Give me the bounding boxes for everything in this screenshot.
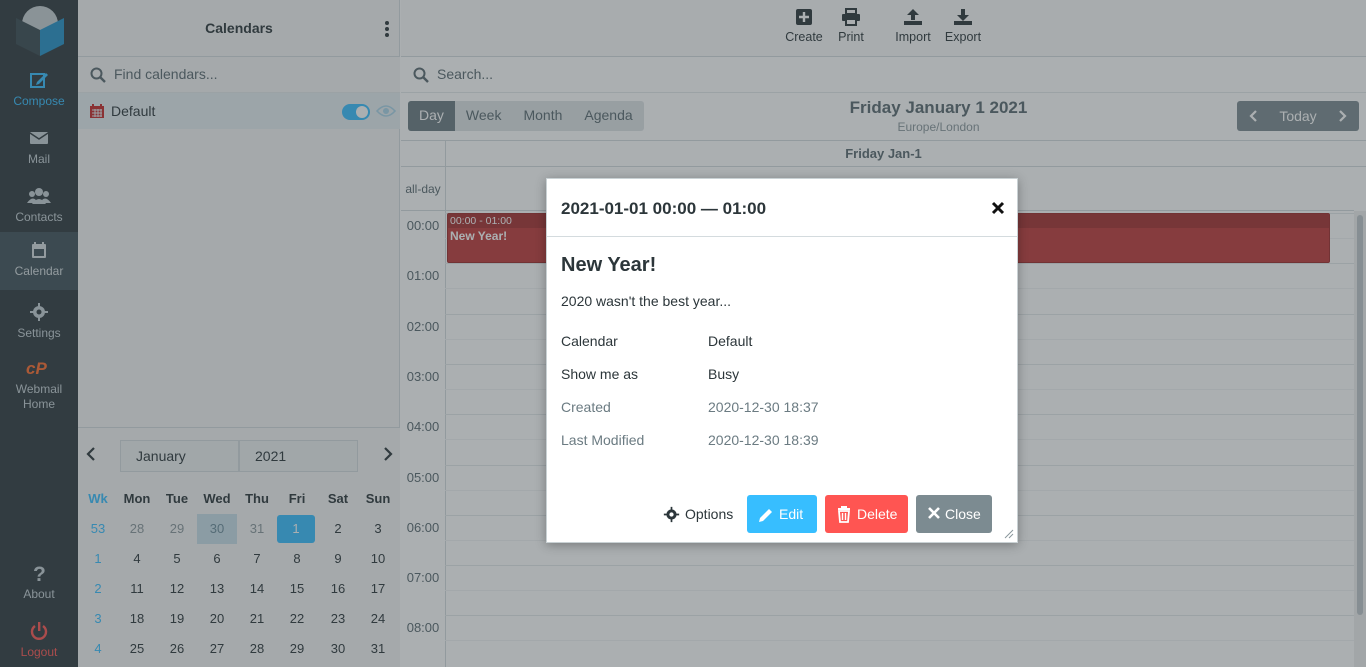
resize-handle-icon[interactable]: [1004, 529, 1014, 539]
gear-icon: [663, 506, 680, 523]
prop-value: 2020-12-30 18:39: [708, 432, 819, 448]
trash-icon: [838, 506, 850, 523]
delete-button[interactable]: Delete: [825, 495, 908, 533]
event-description: 2020 wasn't the best year...: [561, 293, 732, 309]
options-label: Options: [685, 506, 734, 522]
edit-button[interactable]: Edit: [747, 495, 817, 533]
dialog-header: 2021-01-01 00:00 — 01:00: [547, 179, 1017, 237]
event-dialog: 2021-01-01 00:00 — 01:00 New Year! 2020 …: [546, 178, 1018, 543]
prop-value: 2020-12-30 18:37: [708, 399, 819, 415]
event-detail-title: New Year!: [561, 254, 657, 276]
close-icon: [928, 507, 940, 519]
prop-label: Calendar: [561, 333, 618, 349]
close-icon[interactable]: [991, 201, 1005, 215]
options-button[interactable]: Options: [657, 495, 745, 533]
edit-label: Edit: [779, 506, 804, 522]
prop-label: Show me as: [561, 366, 639, 382]
delete-label: Delete: [857, 506, 898, 522]
dialog-title: 2021-01-01 00:00 — 01:00: [561, 199, 767, 218]
prop-value: Busy: [708, 366, 740, 382]
close-label: Close: [945, 506, 981, 522]
prop-value: Default: [708, 333, 753, 349]
close-button[interactable]: Close: [916, 495, 992, 533]
pencil-icon: [759, 509, 772, 522]
prop-label: Last Modified: [561, 432, 645, 448]
prop-label: Created: [561, 399, 611, 415]
